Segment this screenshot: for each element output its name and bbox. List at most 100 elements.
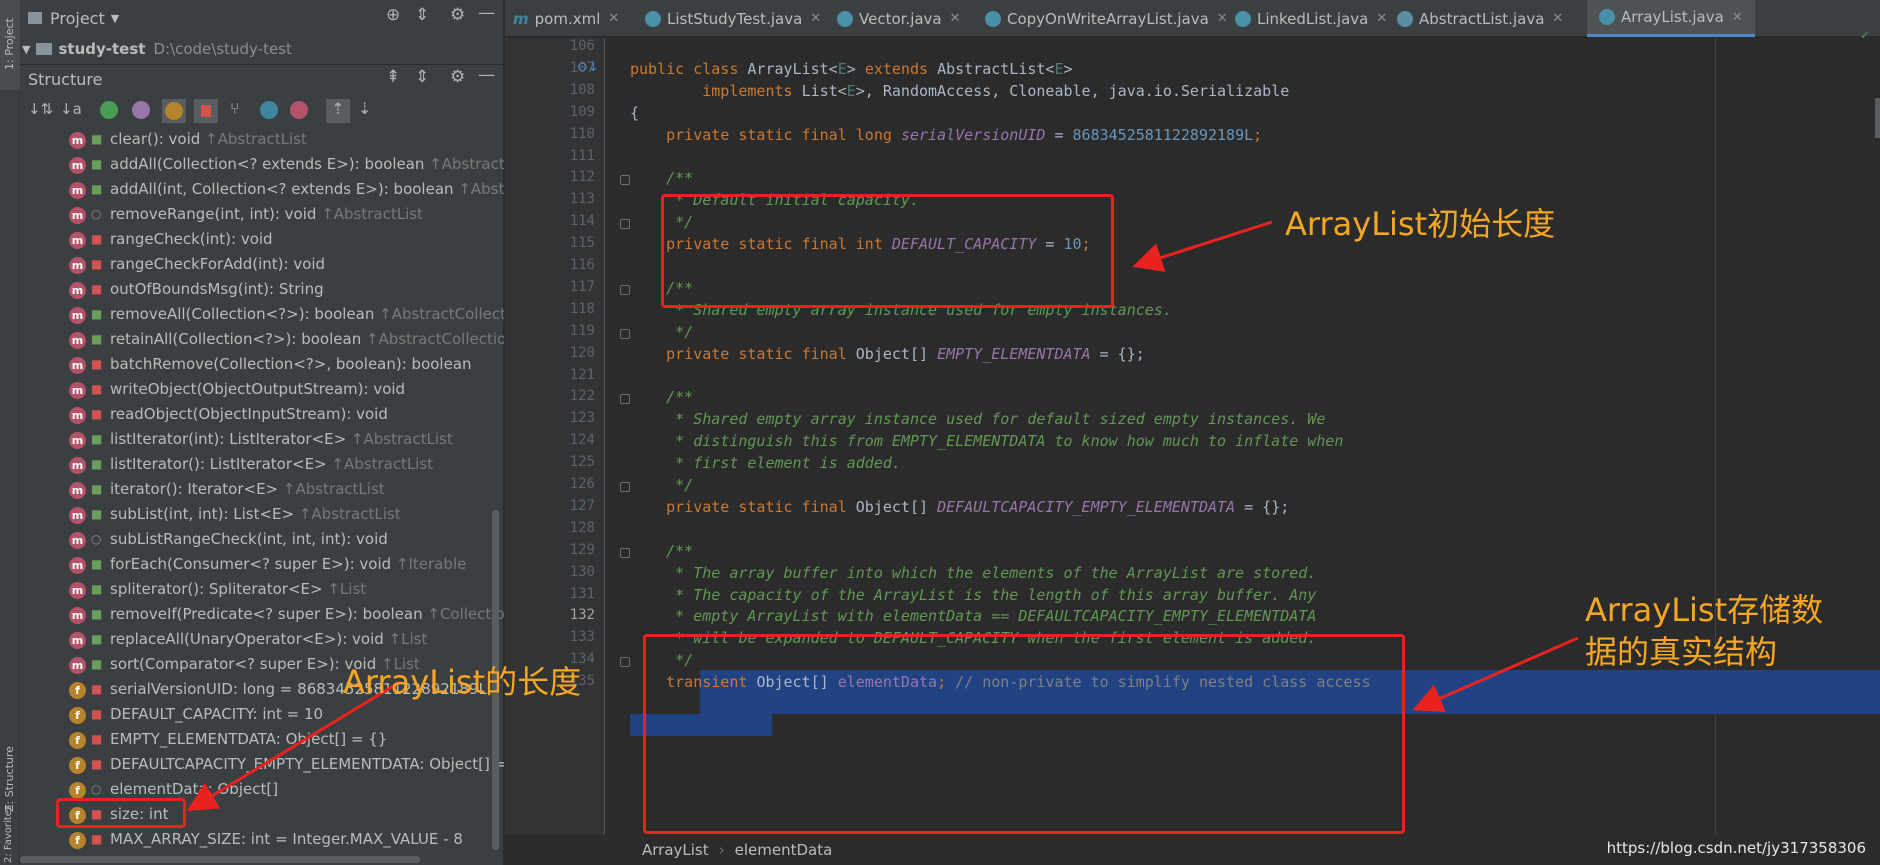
project-panel-header: Project ▼ ⊕ ⇕ ⚙ — [20,3,504,33]
show-properties-icon[interactable] [132,101,150,119]
breadcrumb-field[interactable]: elementData [735,841,833,859]
expand-arrow-icon[interactable]: ▼ [22,43,30,56]
autoscroll-to-source-toggle[interactable]: ⇡ [326,99,350,123]
tab-arraylist[interactable]: ArrayList.java ✕ [1587,0,1755,37]
show-fields-toggle[interactable] [162,99,186,123]
close-icon[interactable]: ✕ [1732,10,1743,25]
tab-copyonwritearraylist[interactable]: CopyOnWriteArrayList.java ✕ [985,0,1228,37]
code-token: Object[] [855,497,938,516]
structure-item[interactable]: m ■ listIterator(int): ListIterator<E> ↑Ab… [20,428,504,453]
show-non-public-toggle[interactable] [194,99,218,123]
tab-abstractlist[interactable]: AbstractList.java ✕ [1397,0,1563,37]
favorites-tool-tab[interactable]: 2: Favorites [0,805,20,865]
close-icon[interactable]: ✕ [1217,11,1228,26]
line-number: 119 [569,322,595,339]
code-token: DEFAULTCAPACITY_EMPTY_ELEMENTDATA [937,497,1236,516]
show-inherited-icon[interactable] [100,101,118,119]
structure-horizontal-scrollbar[interactable] [20,856,420,863]
minimize-icon[interactable]: — [478,3,495,23]
member-signature: addAll(int, Collection<? extends E>): bo… [110,180,459,198]
show-anonymous-icon[interactable]: ⑂ [230,99,240,118]
collapse-all-icon[interactable]: ⇕ [415,67,429,87]
structure-item-label: retainAll(Collection<?>): boolean ↑Abstr… [110,330,504,348]
fold-marker-icon[interactable] [620,284,630,295]
structure-item[interactable]: m ■ batchRemove(Collection<?>, boolean): b… [20,353,504,378]
structure-item[interactable]: m ■ outOfBoundsMsg(int): String [20,278,504,303]
structure-item[interactable]: m ○ subListRangeCheck(int, int, int): void [20,528,504,553]
line-number: 116 [569,257,595,273]
show-lambdas-icon[interactable] [290,101,308,119]
structure-item[interactable]: m ■ iterator(): Iterator<E> ↑AbstractList [20,478,504,503]
structure-item[interactable]: m ■ removeAll(Collection<?>): boolean ↑Abs… [20,303,504,328]
fold-marker-icon[interactable] [620,394,630,405]
fold-marker-icon[interactable] [620,657,630,668]
gear-icon[interactable]: ⚙ [450,5,465,25]
structure-item[interactable]: m ■ forEach(Consumer<? super E>): void ↑It… [20,553,504,578]
line-number: 126 [569,476,595,492]
tab-vector[interactable]: Vector.java ✕ [837,0,961,37]
structure-item[interactable]: f ■ EMPTY_ELEMENTDATA: Object[] = {} [20,728,504,753]
close-icon[interactable]: ✕ [1552,11,1563,26]
class-icon [1235,10,1251,27]
editor-scrollbar[interactable] [1875,98,1880,138]
chevron-down-icon[interactable]: ▼ [111,12,119,25]
code-token: public class [630,59,748,78]
show-classes-icon[interactable] [260,101,278,119]
structure-item[interactable]: m ■ addAll(int, Collection<? extends E>): … [20,178,504,203]
structure-item[interactable]: m ■ retainAll(Collection<?>): boolean ↑Abs… [20,328,504,353]
fold-marker-icon[interactable] [620,482,630,492]
fold-marker-icon[interactable] [620,219,630,230]
public-icon: ■ [91,482,103,496]
close-icon[interactable]: ✕ [608,11,619,26]
fold-marker-icon[interactable] [620,547,630,558]
project-root-row[interactable]: ▼ study-test D:\code\study-test [20,38,504,60]
tab-linkedlist[interactable]: LinkedList.java ✕ [1235,0,1387,37]
breadcrumb-class[interactable]: ArrayList [642,841,709,859]
close-icon[interactable]: ✕ [810,11,821,26]
method-icon: m [69,282,86,299]
project-panel-title[interactable]: Project [50,9,105,28]
structure-item[interactable]: m ■ rangeCheck(int): void [20,228,504,253]
structure-item[interactable]: f ■ DEFAULTCAPACITY_EMPTY_ELEMENTDATA: Obj… [20,753,504,778]
structure-item[interactable]: m ■ rangeCheckForAdd(int): void [20,253,504,278]
structure-item[interactable]: m ■ addAll(Collection<? extends E>): boole… [20,153,504,178]
fold-marker-icon[interactable] [620,328,630,339]
sort-alphabetically-icon[interactable]: ↓a [60,100,82,118]
code-token: ArrayList< [747,59,838,78]
close-icon[interactable]: ✕ [950,11,961,26]
autoscroll-from-source-icon[interactable]: ⇣ [358,99,371,118]
structure-item[interactable]: m ■ spliterator(): Spliterator<E> ↑List [20,578,504,603]
expand-all-icon[interactable]: ⇞ [386,67,400,87]
structure-item[interactable]: f ■ MAX_ARRAY_SIZE: int = Integer.MAX_VALU… [20,828,504,853]
structure-item[interactable]: f ■ DEFAULT_CAPACITY: int = 10 [20,703,504,728]
tab-pom-xml[interactable]: m pom.xml ✕ [513,0,619,37]
structure-item[interactable]: m ■ readObject(ObjectInputStream): void [20,403,504,428]
code-line: /** [630,542,693,560]
structure-item[interactable]: m ■ replaceAll(UnaryOperator<E>): void ↑Li… [20,628,504,653]
close-icon[interactable]: ✕ [1376,11,1387,26]
structure-item[interactable]: m ■ removeIf(Predicate<? super E>): boolea… [20,603,504,628]
structure-item[interactable]: m ■ clear(): void ↑AbstractList [20,128,504,153]
gear-icon[interactable]: ⚙ [450,67,465,87]
project-tool-tab[interactable]: 1: Project [0,0,20,90]
tab-liststudytest[interactable]: ListStudyTest.java ✕ [645,0,821,37]
tab-label: Vector.java [859,9,942,28]
sort-by-visibility-icon[interactable]: ↓⇅ [28,100,53,118]
collapse-all-icon[interactable]: ⇕ [415,5,429,25]
structure-tool-tab[interactable]: Z: Structure [0,700,20,820]
structure-item[interactable]: m ■ subList(int, int): List<E> ↑AbstractLi… [20,503,504,528]
class-icon [837,10,853,27]
locate-icon[interactable]: ⊕ [386,5,400,25]
line-number: 114 [569,213,595,230]
code-token: { [630,103,640,122]
implements-gutter-icon[interactable]: ⊙↓ [577,60,599,75]
annotation-box-element-data [643,634,1405,834]
structure-item[interactable]: m ○ removeRange(int, int): void ↑AbstractL… [20,203,504,228]
line-number: 118 [569,300,595,317]
fold-marker-icon[interactable] [620,175,630,186]
structure-item[interactable]: m ■ writeObject(ObjectOutputStream): void [20,378,504,403]
structure-item[interactable]: m ■ listIterator(): ListIterator<E> ↑Abstr… [20,453,504,478]
line-number: 113 [569,191,595,208]
minimize-icon[interactable]: — [478,65,495,85]
project-path: D:\code\study-test [153,40,292,58]
